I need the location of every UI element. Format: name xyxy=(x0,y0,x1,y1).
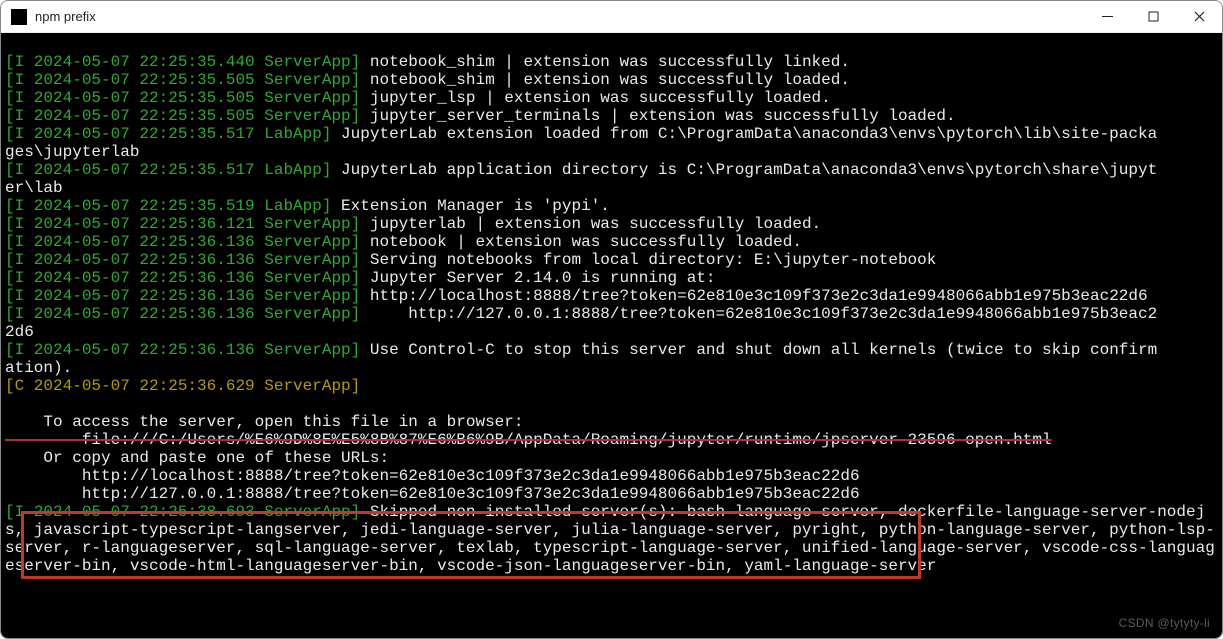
log-prefix: [I 2024-05-07 22:25:36.136 ServerApp] xyxy=(5,233,360,251)
log-msg: JupyterLab application directory is C:\P… xyxy=(331,161,1157,179)
log-prefix: [I 2024-05-07 22:25:35.505 ServerApp] xyxy=(5,71,360,89)
log-msg: http://localhost:8888/tree?token=62e810e… xyxy=(360,287,1147,305)
log-prefix: [I 2024-05-07 22:25:35.519 LabApp] xyxy=(5,197,331,215)
maximize-icon xyxy=(1148,11,1159,22)
log-prefix: [I 2024-05-07 22:25:35.505 ServerApp] xyxy=(5,107,360,125)
log-msg: Extension Manager is 'pypi'. xyxy=(331,197,609,215)
log-msg: jupyter_lsp | extension was successfully… xyxy=(360,89,830,107)
window-controls xyxy=(1084,1,1222,32)
log-msg-wrap: 2d6 xyxy=(5,323,34,341)
maximize-button[interactable] xyxy=(1130,1,1176,32)
log-prefix: [I 2024-05-07 22:25:38.693 ServerApp] xyxy=(5,503,360,521)
log-msg: Use Control-C to stop this server and sh… xyxy=(360,341,1157,359)
copy-line: Or copy and paste one of these URLs: xyxy=(5,449,389,467)
watermark: CSDN @tytyty-li xyxy=(1119,614,1210,632)
file-url-struck: file:///C:/Users/%E6%9D%8E%E5%8B%87%E6%B… xyxy=(5,431,1052,449)
log-msg: Jupyter Server 2.14.0 is running at: xyxy=(360,269,715,287)
log-prefix-warn: [C 2024-05-07 22:25:36.629 ServerApp] xyxy=(5,377,360,395)
log-msg: Serving notebooks from local directory: … xyxy=(360,251,936,269)
log-prefix: [I 2024-05-07 22:25:36.136 ServerApp] xyxy=(5,269,360,287)
log-msg: Skipped non-installed server(s): bash-la… xyxy=(360,503,888,521)
log-prefix: [I 2024-05-07 22:25:36.136 ServerApp] xyxy=(5,287,360,305)
log-prefix: [I 2024-05-07 22:25:35.505 ServerApp] xyxy=(5,89,360,107)
log-msg-wrap: ation). xyxy=(5,359,72,377)
access-line: To access the server, open this file in … xyxy=(5,413,523,431)
log-prefix: [I 2024-05-07 22:25:35.517 LabApp] xyxy=(5,125,331,143)
log-prefix: [I 2024-05-07 22:25:36.136 ServerApp] xyxy=(5,305,360,323)
window-title: npm prefix xyxy=(35,9,96,24)
terminal-window: npm prefix [I 2024-05-07 22:25:35.440 Se… xyxy=(0,0,1223,639)
titlebar-left: npm prefix xyxy=(11,9,96,25)
log-msg: notebook_shim | extension was successful… xyxy=(360,71,850,89)
log-msg: notebook_shim | extension was successful… xyxy=(360,53,850,71)
log-msg-wrap: er\lab xyxy=(5,179,63,197)
log-prefix: [I 2024-05-07 22:25:36.121 ServerApp] xyxy=(5,215,360,233)
url-line-2: http://127.0.0.1:8888/tree?token=62e810e… xyxy=(5,485,860,503)
log-msg: notebook | extension was successfully lo… xyxy=(360,233,802,251)
log-prefix: [I 2024-05-07 22:25:35.517 LabApp] xyxy=(5,161,331,179)
log-msg: jupyter_server_terminals | extension was… xyxy=(360,107,955,125)
titlebar: npm prefix xyxy=(1,1,1222,33)
log-prefix: [I 2024-05-07 22:25:36.136 ServerApp] xyxy=(5,341,360,359)
log-prefix: [I 2024-05-07 22:25:35.440 ServerApp] xyxy=(5,53,360,71)
log-msg-wrap: ges\jupyterlab xyxy=(5,143,139,161)
app-icon xyxy=(11,9,27,25)
minimize-icon xyxy=(1102,11,1113,22)
log-msg: http://127.0.0.1:8888/tree?token=62e810e… xyxy=(360,305,1157,323)
close-button[interactable] xyxy=(1176,1,1222,32)
log-msg: jupyterlab | extension was successfully … xyxy=(360,215,821,233)
minimize-button[interactable] xyxy=(1084,1,1130,32)
terminal-body[interactable]: [I 2024-05-07 22:25:35.440 ServerApp] no… xyxy=(1,33,1222,638)
url-line-1: http://localhost:8888/tree?token=62e810e… xyxy=(5,467,860,485)
log-prefix: [I 2024-05-07 22:25:36.136 ServerApp] xyxy=(5,251,360,269)
log-msg: JupyterLab extension loaded from C:\Prog… xyxy=(331,125,1157,143)
close-icon xyxy=(1194,11,1205,22)
